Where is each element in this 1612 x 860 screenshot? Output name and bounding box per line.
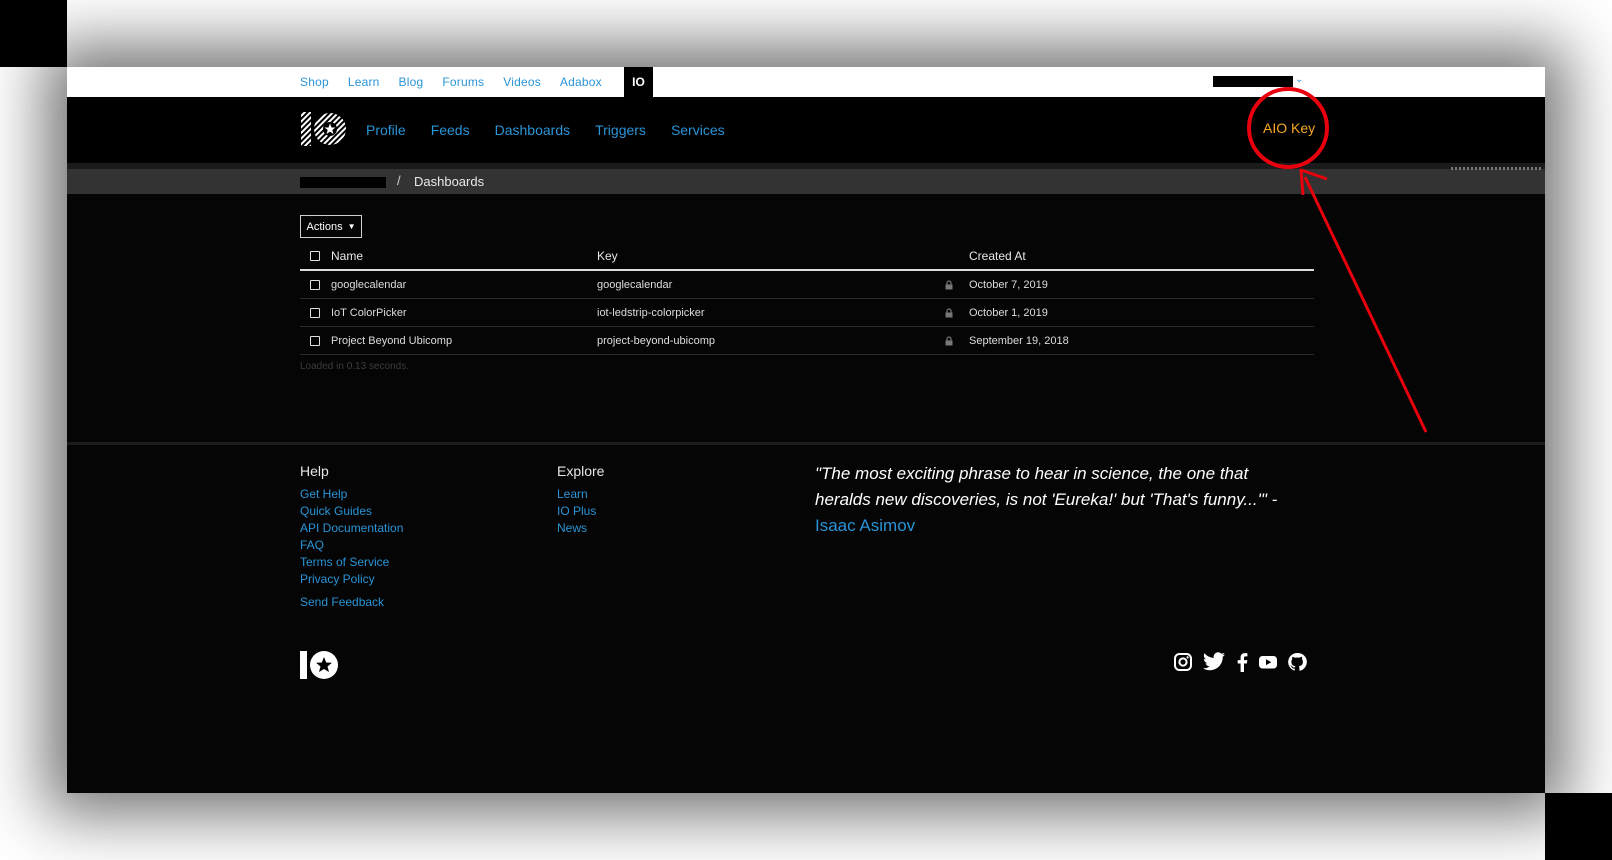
chevron-down-icon[interactable]: ⌄ <box>1295 74 1303 85</box>
top-nav-shop[interactable]: Shop <box>300 75 329 89</box>
top-nav-videos[interactable]: Videos <box>503 75 541 89</box>
table-row: Project Beyond Ubicomp project-beyond-ub… <box>300 327 1314 355</box>
breadcrumb-separator: / <box>397 173 401 188</box>
actions-label: Actions <box>306 220 343 233</box>
footer-link-send-feedback[interactable]: Send Feedback <box>300 594 403 611</box>
top-nav-blog[interactable]: Blog <box>399 75 424 89</box>
footer-link-terms[interactable]: Terms of Service <box>300 554 403 571</box>
twitter-icon[interactable] <box>1202 652 1226 672</box>
facebook-icon[interactable] <box>1235 652 1249 672</box>
dashboard-name-link[interactable]: googlecalendar <box>331 271 406 298</box>
footer-help-links: Get Help Quick Guides API Documentation … <box>300 486 403 611</box>
adafruit-io-logo-icon[interactable] <box>300 110 348 148</box>
table-row: googlecalendar googlecalendar October 7,… <box>300 271 1314 299</box>
nav-profile[interactable]: Profile <box>366 122 406 138</box>
footer-link-quick-guides[interactable]: Quick Guides <box>300 503 403 520</box>
aio-key-button[interactable]: AIO Key <box>1263 120 1315 136</box>
column-header-created-at[interactable]: Created At <box>969 242 1026 269</box>
dashboard-created-at: October 7, 2019 <box>969 278 1048 291</box>
github-icon[interactable] <box>1287 652 1307 672</box>
top-nav-adabox[interactable]: Adabox <box>560 75 602 89</box>
instagram-icon[interactable] <box>1173 652 1193 672</box>
actions-dropdown-button[interactable]: Actions ▼ <box>300 215 362 238</box>
top-nav-bar: Shop Learn Blog Forums Videos Adabox IO … <box>67 67 1545 97</box>
social-links <box>1173 652 1316 672</box>
io-main-nav: Profile Feeds Dashboards Triggers Servic… <box>366 97 750 163</box>
loading-indicator <box>1451 167 1543 170</box>
nav-services[interactable]: Services <box>671 122 725 138</box>
nav-dashboards[interactable]: Dashboards <box>495 122 571 138</box>
nav-feeds[interactable]: Feeds <box>431 122 470 138</box>
adafruit-io-footer-logo-icon[interactable] <box>300 649 340 681</box>
row-checkbox[interactable] <box>310 335 320 346</box>
footer-divider <box>67 442 1545 445</box>
browser-page: Shop Learn Blog Forums Videos Adabox IO … <box>67 67 1545 793</box>
dashboard-name-link[interactable]: IoT ColorPicker <box>331 299 407 326</box>
table-row: IoT ColorPicker iot-ledstrip-colorpicker… <box>300 299 1314 327</box>
dashboard-created-at: September 19, 2018 <box>969 334 1069 347</box>
column-header-name[interactable]: Name <box>331 242 363 269</box>
load-time-status: Loaded in 0.13 seconds. <box>300 361 409 372</box>
nav-triggers[interactable]: Triggers <box>595 122 646 138</box>
footer-link-get-help[interactable]: Get Help <box>300 486 403 503</box>
top-nav-links: Shop Learn Blog Forums Videos Adabox <box>300 67 621 97</box>
dashboard-name-link[interactable]: Project Beyond Ubicomp <box>331 327 452 354</box>
lock-icon <box>945 307 953 317</box>
quote-author-link[interactable]: Isaac Asimov <box>815 516 915 535</box>
breadcrumb: / Dashboards <box>67 167 1545 194</box>
footer-link-news[interactable]: News <box>557 520 596 537</box>
footer-link-privacy[interactable]: Privacy Policy <box>300 571 403 588</box>
footer-quote: "The most exciting phrase to hear in sci… <box>815 461 1305 539</box>
footer-explore-title: Explore <box>557 463 605 479</box>
footer-link-api-documentation[interactable]: API Documentation <box>300 520 403 537</box>
footer-link-io-plus[interactable]: IO Plus <box>557 503 596 520</box>
caret-down-icon: ▼ <box>347 222 356 231</box>
io-header: Profile Feeds Dashboards Triggers Servic… <box>67 97 1545 163</box>
dashboard-key: googlecalendar <box>597 278 673 291</box>
user-menu-redacted[interactable] <box>1213 76 1293 87</box>
footer-help-title: Help <box>300 463 329 479</box>
dashboards-table: Name Key Created At googlecalendar googl… <box>300 242 1314 355</box>
corner-block-top-left <box>0 0 67 67</box>
youtube-icon[interactable] <box>1258 652 1278 672</box>
quote-text: "The most exciting phrase to hear in sci… <box>815 464 1278 509</box>
dashboard-created-at: October 1, 2019 <box>969 306 1048 319</box>
breadcrumb-current: Dashboards <box>414 174 485 189</box>
top-nav-io-tab[interactable]: IO <box>624 67 653 97</box>
footer-link-learn[interactable]: Learn <box>557 486 596 503</box>
dashboard-key: project-beyond-ubicomp <box>597 334 716 347</box>
column-header-key[interactable]: Key <box>597 242 618 269</box>
footer-link-faq[interactable]: FAQ <box>300 537 403 554</box>
top-nav-learn[interactable]: Learn <box>348 75 380 89</box>
select-all-checkbox[interactable] <box>310 250 320 261</box>
lock-icon <box>945 335 953 345</box>
top-nav-forums[interactable]: Forums <box>442 75 484 89</box>
row-checkbox[interactable] <box>310 279 320 290</box>
row-checkbox[interactable] <box>310 307 320 318</box>
lock-icon <box>945 279 953 289</box>
breadcrumb-username-redacted[interactable] <box>300 177 386 188</box>
table-header: Name Key Created At <box>300 242 1314 271</box>
dashboard-key: iot-ledstrip-colorpicker <box>597 306 705 319</box>
corner-block-bottom-right <box>1545 793 1612 860</box>
footer-explore-links: Learn IO Plus News <box>557 486 596 537</box>
